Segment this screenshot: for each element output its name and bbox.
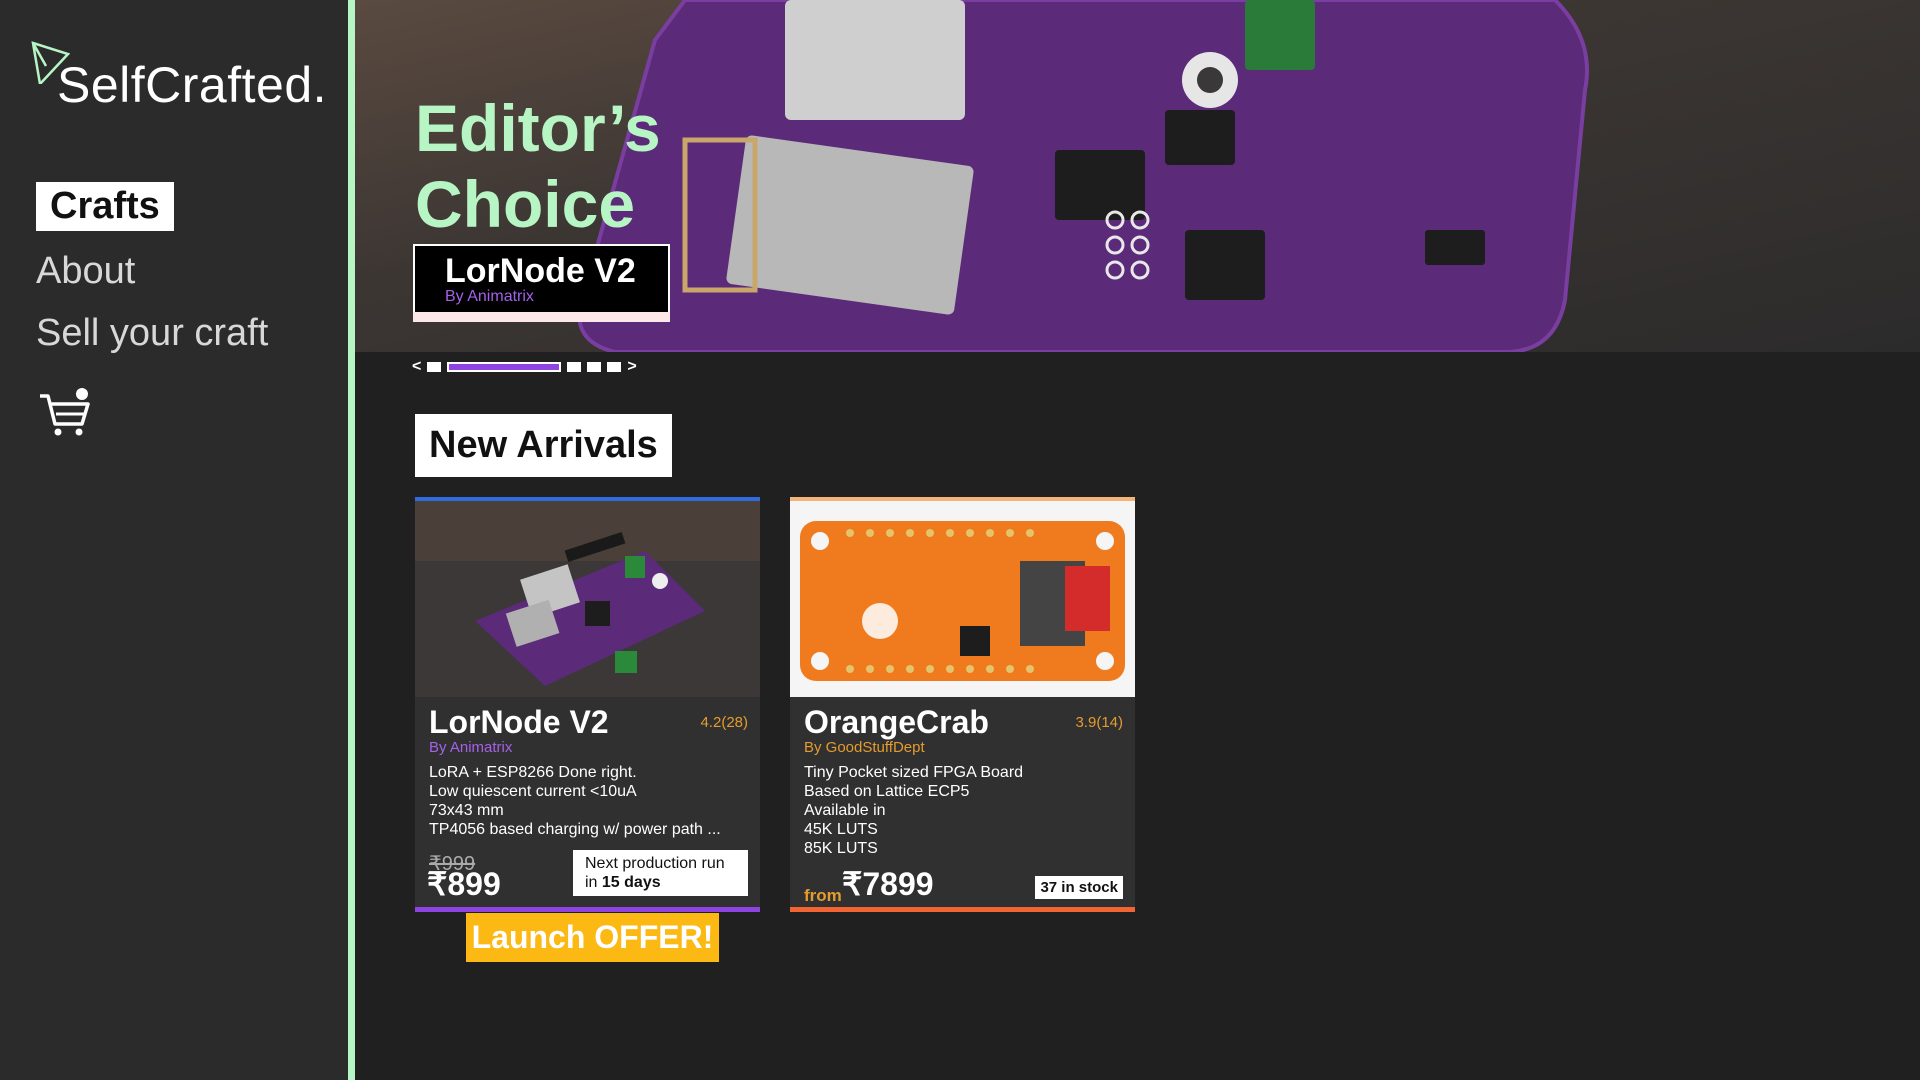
nav-item-sell-your-craft[interactable]: Sell your craft xyxy=(36,312,268,355)
hero-banner[interactable]: Editor’s Choice LorNode V2 By Animatrix xyxy=(355,0,1920,352)
stock-badge: 37 in stock xyxy=(1035,876,1123,899)
product-image xyxy=(415,501,760,697)
nav-item-about[interactable]: About xyxy=(36,250,268,293)
product-card-orangecrab[interactable]: OrangeCrab 3.9(14) By GoodStuffDept Tiny… xyxy=(790,497,1135,912)
featured-product-by: By Animatrix xyxy=(445,288,534,305)
product-description: LoRA + ESP8266 Done right. Low quiescent… xyxy=(429,763,749,839)
featured-card-footer xyxy=(413,312,670,322)
badge-line-2: in 15 days xyxy=(585,873,736,892)
product-name[interactable]: OrangeCrab xyxy=(804,704,989,741)
description-line: TP4056 based charging w/ power path ... xyxy=(429,821,721,838)
carousel-dot[interactable] xyxy=(607,362,622,372)
main-nav: Crafts About Sell your craft xyxy=(36,182,268,374)
sidebar: SelfCrafted. Crafts About Sell your craf… xyxy=(0,0,348,1080)
description-line: LoRA + ESP8266 Done right. xyxy=(429,764,637,781)
hero-title-line-1: Editor’s xyxy=(415,91,661,165)
price: ₹7899 xyxy=(842,866,934,902)
badge-line-1: Next production run xyxy=(585,855,725,872)
description-line: Based on Lattice ECP5 xyxy=(804,783,970,800)
description-line: Available in xyxy=(804,802,886,819)
carousel-dot[interactable] xyxy=(587,362,602,372)
badge-days: 15 days xyxy=(601,874,661,891)
description-line: Low quiescent current <10uA xyxy=(429,783,637,800)
badge-prefix: in xyxy=(585,874,602,891)
launch-offer-banner[interactable]: Launch OFFER! xyxy=(466,913,719,962)
price-from-label: from xyxy=(804,886,842,905)
hero-carousel-controls: < > xyxy=(412,359,637,375)
sidebar-divider xyxy=(348,0,355,1080)
description-line: 85K LUTS xyxy=(804,840,878,857)
product-rating: 4.2(28) xyxy=(700,714,748,731)
brand-name: SelfCrafted. xyxy=(57,57,328,113)
carousel-prev-button[interactable]: < xyxy=(412,359,421,375)
product-image xyxy=(790,501,1135,697)
carousel-dot[interactable] xyxy=(567,362,582,372)
product-seller[interactable]: By GoodStuffDept xyxy=(804,739,925,756)
hero-title: Editor’s Choice xyxy=(415,90,661,242)
nav-item-crafts[interactable]: Crafts xyxy=(36,182,174,231)
product-description: Tiny Pocket sized FPGA Board Based on La… xyxy=(804,763,1124,858)
hero-title-line-2: Choice xyxy=(415,167,636,241)
product-name[interactable]: LorNode V2 xyxy=(429,704,609,741)
description-line: Tiny Pocket sized FPGA Board xyxy=(804,764,1024,781)
featured-product-name: LorNode V2 xyxy=(445,252,636,290)
carousel-next-button[interactable]: > xyxy=(627,359,636,375)
carousel-dot-active[interactable] xyxy=(447,362,562,372)
product-card-lornode[interactable]: LorNode V2 4.2(28) By Animatrix LoRA + E… xyxy=(415,497,760,912)
cart-icon[interactable] xyxy=(38,388,92,438)
product-rating: 3.9(14) xyxy=(1075,714,1123,731)
description-line: 45K LUTS xyxy=(804,821,878,838)
featured-product-card[interactable]: LorNode V2 By Animatrix xyxy=(413,244,670,322)
section-title-new-arrivals: New Arrivals xyxy=(415,414,672,477)
description-line: 73x43 mm xyxy=(429,802,504,819)
price: ₹899 xyxy=(427,866,501,902)
product-seller[interactable]: By Animatrix xyxy=(429,739,512,756)
carousel-dot[interactable] xyxy=(427,362,442,372)
production-run-badge: Next production run in 15 days xyxy=(573,850,748,896)
